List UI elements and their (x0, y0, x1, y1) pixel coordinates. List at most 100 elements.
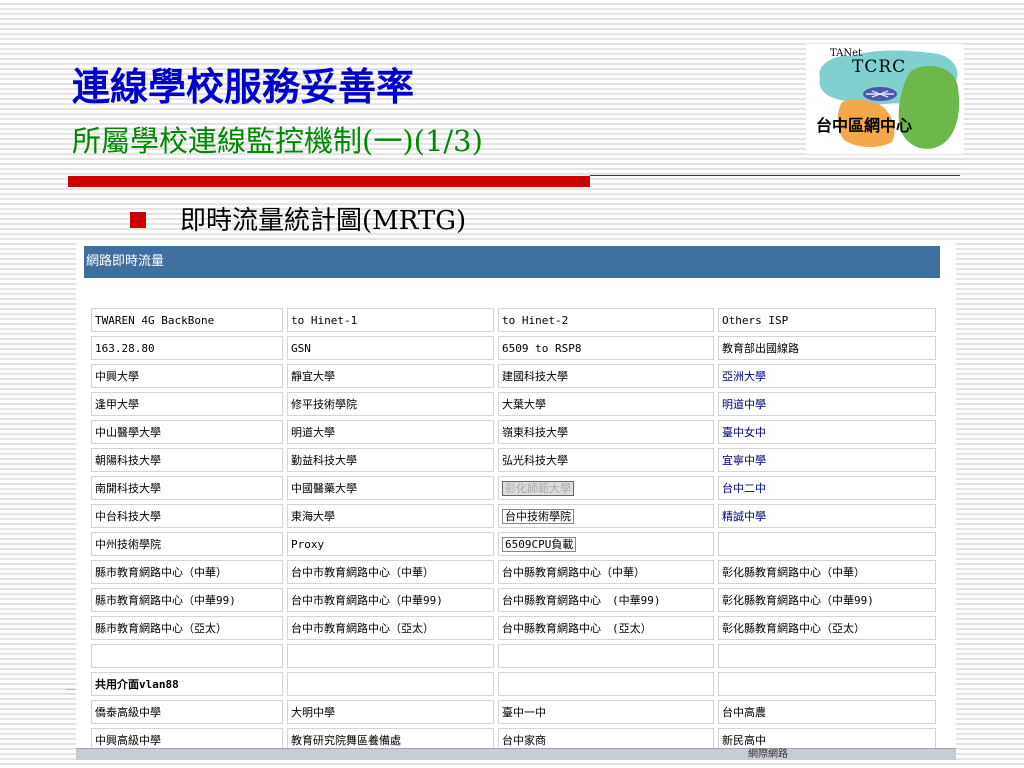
link-cell[interactable]: 臺中一中 (498, 700, 714, 724)
link-cell-label: 逢甲大學 (95, 398, 139, 411)
link-cell-label: 教育研究院舞區養備處 (291, 734, 401, 747)
link-cell-label: 台中家商 (502, 734, 546, 747)
link-cell-label: 建國科技大學 (502, 370, 568, 383)
link-cell-label: 彰化師範大學 (502, 481, 574, 496)
link-cell-label: 台中市教育網路中心（亞太） (291, 622, 434, 635)
link-cell[interactable]: 建國科技大學 (498, 364, 714, 388)
link-cell-label: 明道大學 (291, 426, 335, 439)
link-cell-label: 亞洲大學 (722, 370, 766, 383)
link-cell[interactable]: 台中縣教育網路中心（中華） (498, 560, 714, 584)
link-cell[interactable]: 縣市教育網路中心（中華99) (91, 588, 283, 612)
link-cell-label: 宜寧中學 (722, 454, 766, 467)
link-cell[interactable]: 嶺東科技大學 (498, 420, 714, 444)
link-cell-label: 縣市教育網路中心（亞太） (95, 622, 227, 635)
link-cell[interactable]: 南開科技大學 (91, 476, 283, 500)
link-cell[interactable]: 彰化縣教育網路中心（亞太） (718, 616, 936, 640)
link-cell-label: 台中二中 (722, 482, 766, 495)
link-cell[interactable]: 縣市教育網路中心（亞太） (91, 616, 283, 640)
link-cell[interactable]: 中興大學 (91, 364, 283, 388)
table-row: 朝陽科技大學 勤益科技大學 弘光科技大學 宜寧中學 (91, 448, 936, 472)
link-cell[interactable]: 彰化縣教育網路中心（中華） (718, 560, 936, 584)
link-cell-label: Others ISP (722, 313, 789, 327)
link-cell[interactable]: 教育部出國線路 (718, 336, 936, 360)
link-cell[interactable]: 中州技術學院 (91, 532, 283, 556)
link-cell[interactable]: 163.28.80 (91, 336, 283, 360)
table-row: 南開科技大學 中國醫藥大學 彰化師範大學 台中二中 (91, 476, 936, 500)
link-cell[interactable]: 中山醫學大學 (91, 420, 283, 444)
table-row: 縣市教育網路中心（亞太） 台中市教育網路中心（亞太） 台中縣教育網路中心 (亞太） 彰… (91, 616, 936, 640)
link-cell[interactable]: 精誠中學 (718, 504, 936, 528)
link-cell[interactable]: 縣市教育網路中心（中華） (91, 560, 283, 584)
link-cell-label: 中興高級中學 (95, 734, 161, 747)
link-cell-label: 新民高中 (722, 734, 766, 747)
table-row: TWAREN 4G BackBone to Hinet-1 to Hinet-2 Ot… (91, 308, 936, 332)
link-cell[interactable]: 大葉大學 (498, 392, 714, 416)
link-cell[interactable]: 大明中學 (287, 700, 494, 724)
link-cell[interactable]: 台中高農 (718, 700, 936, 724)
link-cell-label: 大明中學 (291, 706, 335, 719)
link-cell-label: 教育部出國線路 (722, 342, 799, 355)
link-cell[interactable]: 逢甲大學 (91, 392, 283, 416)
link-cell-label: 嶺東科技大學 (502, 426, 568, 439)
link-cell[interactable]: TWAREN 4G BackBone (91, 308, 283, 332)
link-cell[interactable]: 中國醫藥大學 (287, 476, 494, 500)
link-cell[interactable]: 台中市教育網路中心（中華） (287, 560, 494, 584)
link-cell[interactable]: 明道大學 (287, 420, 494, 444)
link-cell-label: 大葉大學 (502, 398, 546, 411)
link-cell-label: Proxy (291, 537, 325, 551)
link-cell[interactable]: 6509CPU負載 (498, 532, 714, 556)
link-cell-label: 縣市教育網路中心（中華99) (95, 594, 236, 607)
link-cell[interactable]: 勤益科技大學 (287, 448, 494, 472)
link-cell[interactable]: 臺中女中 (718, 420, 936, 444)
link-cell[interactable]: to Hinet-1 (287, 308, 494, 332)
title-rule-thick (68, 176, 590, 187)
link-cell (287, 644, 494, 668)
table-row: 中興大學 靜宜大學 建國科技大學 亞洲大學 (91, 364, 936, 388)
bullet-mrtg: 即時流量統計圖(MRTG) (180, 206, 467, 236)
link-cell[interactable]: 台中縣教育網路中心 (亞太） (498, 616, 714, 640)
link-cell-label: 台中技術學院 (502, 509, 574, 524)
link-table: TWAREN 4G BackBone to Hinet-1 to Hinet-2 Ot… (87, 304, 940, 756)
mrtg-screenshot: 網路即時流量 TWAREN 4G BackBone to Hinet-1 to Hi… (76, 240, 956, 760)
link-cell[interactable]: 靜宜大學 (287, 364, 494, 388)
link-cell[interactable]: 弘光科技大學 (498, 448, 714, 472)
link-cell[interactable]: Proxy (287, 532, 494, 556)
link-cell[interactable]: 台中二中 (718, 476, 936, 500)
panel-header: 網路即時流量 (84, 246, 940, 278)
link-cell[interactable]: to Hinet-2 (498, 308, 714, 332)
link-cell-label: TWAREN 4G BackBone (95, 313, 215, 327)
link-cell[interactable]: 台中技術學院 (498, 504, 714, 528)
link-cell-label: 台中市教育網路中心（中華） (291, 566, 434, 579)
link-cell[interactable]: 明道中學 (718, 392, 936, 416)
link-cell-label: 臺中一中 (502, 706, 546, 719)
link-cell[interactable]: 台中市教育網路中心（亞太） (287, 616, 494, 640)
table-row: 中山醫學大學 明道大學 嶺東科技大學 臺中女中 (91, 420, 936, 444)
link-cell-label: 明道中學 (722, 398, 766, 411)
link-cell[interactable]: 彰化縣教育網路中心（中華99) (718, 588, 936, 612)
link-cell[interactable]: 共用介面vlan88 (91, 672, 283, 696)
link-cell-label: 弘光科技大學 (502, 454, 568, 467)
link-cell-label: 台中縣教育網路中心 (中華99) (502, 594, 661, 607)
link-cell[interactable]: 中台科技大學 (91, 504, 283, 528)
link-cell[interactable]: 宜寧中學 (718, 448, 936, 472)
link-cell-label: 台中高農 (722, 706, 766, 719)
link-cell[interactable]: GSN (287, 336, 494, 360)
link-cell[interactable]: 僑泰高級中學 (91, 700, 283, 724)
link-cell[interactable]: Others ISP (718, 308, 936, 332)
tcrc-logo: TANet TCRC 台中區網中心 (806, 44, 964, 154)
table-row: 163.28.80 GSN 6509 to RSP8 教育部出國線路 (91, 336, 936, 360)
link-cell (718, 644, 936, 668)
link-cell[interactable]: 朝陽科技大學 (91, 448, 283, 472)
link-cell-label: 彰化縣教育網路中心（中華99) (722, 594, 874, 607)
link-cell[interactable]: 亞洲大學 (718, 364, 936, 388)
link-cell-label: 台中縣教育網路中心 (亞太） (502, 622, 652, 635)
link-cell[interactable]: 彰化師範大學 (498, 476, 714, 500)
link-cell-label: 163.28.80 (95, 341, 155, 355)
link-cell[interactable]: 6509 to RSP8 (498, 336, 714, 360)
link-cell[interactable]: 修平技術學院 (287, 392, 494, 416)
link-cell[interactable]: 台中縣教育網路中心 (中華99) (498, 588, 714, 612)
link-cell-label: 中興大學 (95, 370, 139, 383)
link-cell[interactable]: 台中市教育網路中心（中華99) (287, 588, 494, 612)
link-cell[interactable]: 東海大學 (287, 504, 494, 528)
link-cell-label: GSN (291, 341, 311, 355)
